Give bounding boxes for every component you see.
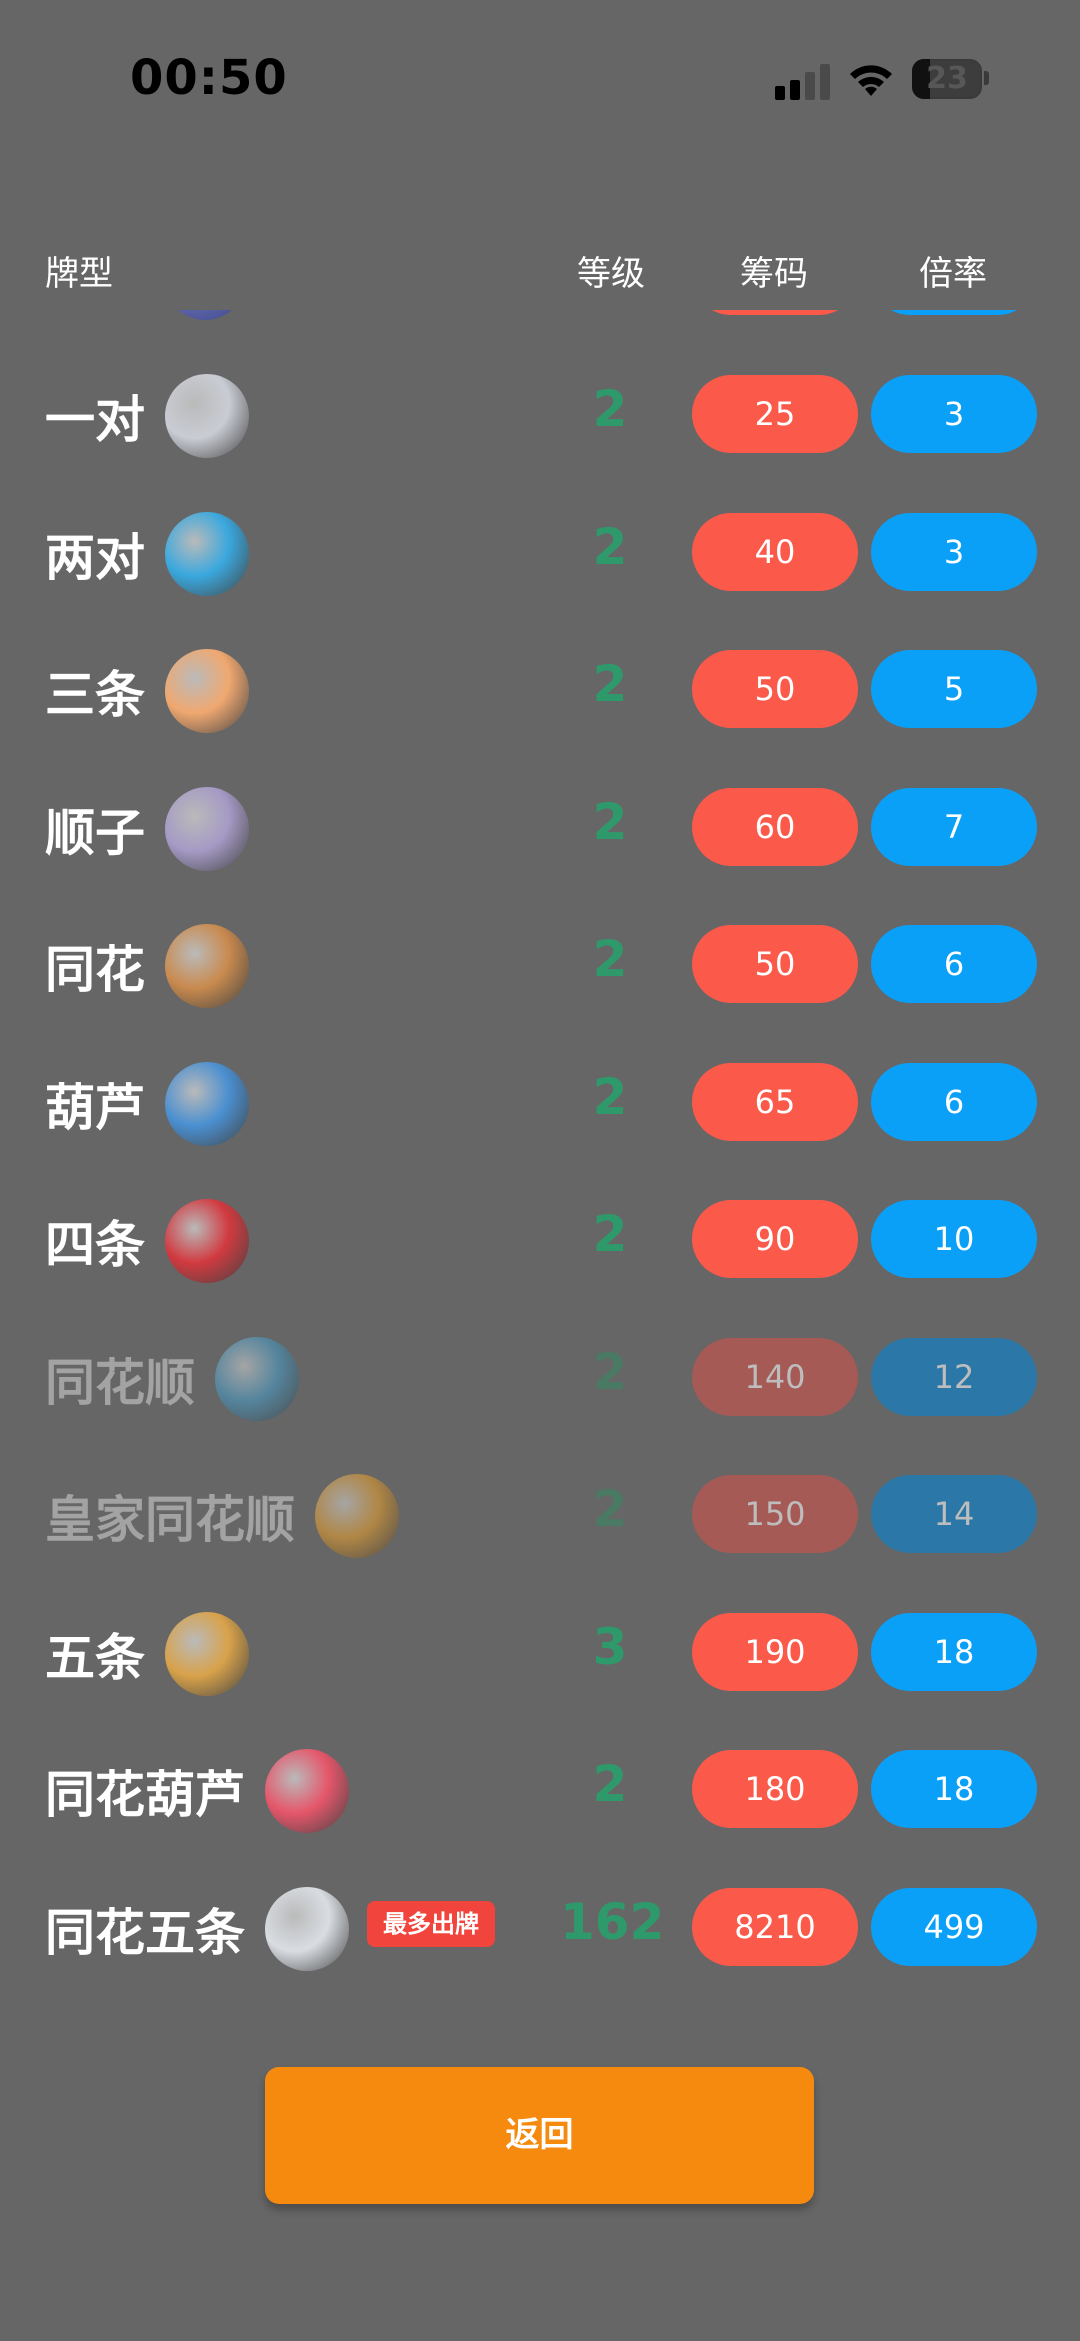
hand-name: 皇家同花顺	[45, 1491, 295, 1549]
list-item-partial	[0, 310, 1080, 342]
list-item[interactable]: 同花葫芦 2 180 18	[0, 1717, 1080, 1855]
chips-pill	[692, 310, 858, 315]
mult-pill: 14	[871, 1475, 1037, 1553]
chips-pill: 40	[692, 512, 858, 591]
header-mult: 倍率	[919, 254, 987, 294]
level-value: 2	[592, 930, 628, 988]
status-time: 00:50	[130, 50, 288, 106]
back-button[interactable]: 返回	[265, 2067, 814, 2204]
hand-name: 同花葫芦	[45, 1766, 245, 1824]
chips-pill: 50	[692, 650, 858, 728]
list-item[interactable]: 五条 3 190 18	[0, 1580, 1080, 1718]
planet-icon	[165, 649, 249, 733]
list-item[interactable]: 三条 2 50 5	[0, 617, 1080, 755]
hand-name: 同花顺	[45, 1353, 195, 1412]
battery-level: 23	[926, 61, 968, 96]
list-item[interactable]: 两对 2 40 3	[0, 480, 1080, 618]
planet-icon	[265, 1886, 349, 1971]
hand-name: 三条	[45, 666, 145, 724]
hand-name: 一对	[45, 391, 145, 449]
planet-icon	[215, 1336, 299, 1421]
planet-icon	[165, 374, 249, 458]
hand-name: 同花	[45, 941, 145, 999]
hand-list[interactable]: 一对 2 25 3 两对 2 40 3 三条 2 50 5 顺子 2 60 7 同花 2 50 6 葫芦 2 65 6 四条 2 9…	[0, 310, 1080, 2000]
level-value: 2	[592, 380, 628, 438]
planet-icon	[315, 1474, 399, 1558]
header-type: 牌型	[45, 254, 113, 294]
status-bar: 00:50 23	[0, 0, 1080, 160]
level-value: 2	[592, 1067, 628, 1126]
chips-pill: 60	[692, 787, 858, 866]
chips-pill: 140	[692, 1337, 858, 1416]
mult-pill: 10	[871, 1200, 1037, 1278]
level-value: 2	[592, 1755, 628, 1813]
chips-pill: 65	[692, 1062, 858, 1141]
chips-pill: 190	[692, 1612, 858, 1691]
level-value: 3	[592, 1617, 628, 1676]
chips-pill: 150	[692, 1475, 858, 1553]
mult-pill: 7	[871, 787, 1037, 866]
hand-name: 葫芦	[45, 1078, 145, 1137]
planet-icon	[165, 1061, 249, 1146]
most-played-badge: 最多出牌	[367, 1900, 495, 1947]
list-item[interactable]: 顺子 2 60 7	[0, 755, 1080, 893]
list-item[interactable]: 葫芦 2 65 6	[0, 1030, 1080, 1168]
list-item[interactable]: 同花 2 50 6	[0, 892, 1080, 1030]
level-value: 2	[592, 655, 628, 713]
level-value: 2	[592, 1480, 628, 1538]
planet-icon	[163, 310, 247, 320]
chips-pill: 90	[692, 1200, 858, 1278]
header-chips: 筹码	[740, 254, 808, 294]
list-item[interactable]: 同花五条 最多出牌 162 8210 499	[0, 1855, 1080, 1993]
planet-icon	[165, 924, 249, 1008]
planet-icon	[165, 511, 249, 596]
mult-pill: 6	[871, 925, 1037, 1003]
list-item[interactable]: 一对 2 25 3	[0, 342, 1080, 480]
planet-icon	[265, 1749, 349, 1833]
list-item[interactable]: 皇家同花顺 2 150 14	[0, 1442, 1080, 1580]
hand-name: 五条	[45, 1628, 145, 1687]
wifi-icon	[850, 65, 892, 96]
mult-pill: 18	[871, 1612, 1037, 1691]
chips-pill: 8210	[692, 1887, 858, 1966]
hand-name: 顺子	[45, 803, 145, 862]
battery-icon: 23	[912, 59, 982, 99]
chips-pill: 180	[692, 1750, 858, 1828]
header-level: 等级	[577, 254, 645, 294]
level-value: 2	[592, 1342, 628, 1401]
mult-pill: 12	[871, 1337, 1037, 1416]
mult-pill: 5	[871, 650, 1037, 728]
planet-icon	[165, 1611, 249, 1696]
cellular-signal-icon	[775, 64, 831, 100]
hand-name: 四条	[45, 1216, 145, 1274]
planet-icon	[165, 1199, 249, 1283]
mult-pill: 3	[871, 512, 1037, 591]
level-value: 162	[560, 1892, 665, 1951]
level-value: 2	[592, 1205, 628, 1263]
planet-icon	[165, 786, 249, 871]
mult-pill: 18	[871, 1750, 1037, 1828]
chips-pill: 25	[692, 375, 858, 453]
hand-name: 同花五条	[45, 1903, 245, 1962]
mult-pill: 6	[871, 1062, 1037, 1141]
table-header: 牌型 等级 筹码 倍率	[0, 246, 1080, 298]
chips-pill: 50	[692, 925, 858, 1003]
mult-pill: 3	[871, 375, 1037, 453]
list-item[interactable]: 四条 2 90 10	[0, 1167, 1080, 1305]
hand-name: 两对	[45, 528, 145, 587]
level-value: 2	[592, 792, 628, 851]
battery-nub	[984, 71, 989, 85]
list-item[interactable]: 同花顺 2 140 12	[0, 1305, 1080, 1443]
level-value: 2	[592, 517, 628, 576]
mult-pill	[871, 310, 1037, 315]
mult-pill: 499	[871, 1887, 1037, 1966]
